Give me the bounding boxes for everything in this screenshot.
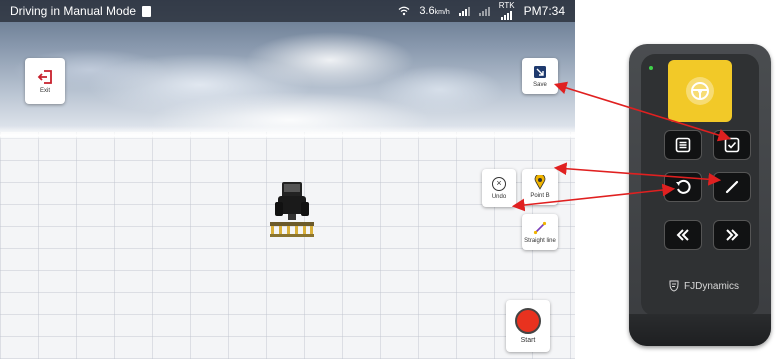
straight-line-icon — [533, 221, 547, 234]
save-button[interactable]: Save — [522, 58, 558, 94]
checkbox-icon — [724, 137, 740, 153]
status-led — [649, 66, 653, 70]
close-icon: × — [492, 176, 506, 191]
map-pin-icon — [534, 175, 546, 190]
document-icon — [142, 5, 152, 17]
undo-icon — [676, 179, 691, 194]
point-b-label: Point B — [530, 193, 550, 199]
fjd-logo-icon — [669, 280, 679, 292]
cellular-signal-icon — [458, 6, 470, 16]
undo-label: Undo — [491, 193, 507, 200]
straight-line-button[interactable]: Straight line — [522, 214, 558, 250]
brand-logo: FJDynamics — [669, 280, 739, 292]
speed-indicator: 3.6km/h — [419, 5, 449, 17]
remote-line-button[interactable] — [713, 172, 751, 202]
horizon — [0, 126, 575, 140]
speed-unit: km/h — [434, 9, 450, 16]
save-label: Save — [533, 81, 547, 88]
point-b-button[interactable]: Point B — [522, 169, 558, 205]
exit-icon — [37, 69, 52, 84]
exit-label: Exit — [39, 87, 50, 94]
double-chevron-left-icon — [676, 229, 689, 241]
undo-button[interactable]: × Undo — [482, 169, 516, 207]
remote-menu-button[interactable] — [664, 130, 702, 160]
record-icon — [515, 308, 541, 334]
rtk-signal-icon — [501, 10, 513, 20]
tractor-icon — [270, 182, 314, 237]
remote-previous-button[interactable] — [664, 220, 702, 250]
double-chevron-right-icon — [726, 229, 739, 241]
status-indicators: 3.6km/h RTK PM7:34 — [398, 0, 565, 22]
ground-grid — [0, 132, 575, 359]
steering-button[interactable] — [668, 60, 732, 122]
satellite-signal-icon — [478, 6, 490, 16]
line-icon — [725, 180, 739, 194]
status-bar: Driving in Manual Mode 3.6km/h RTK PM7:3… — [0, 0, 575, 22]
tablet-screen: Driving in Manual Mode 3.6km/h RTK PM7:3… — [0, 0, 575, 359]
save-icon — [534, 65, 546, 78]
brand-name: FJDynamics — [684, 280, 740, 292]
start-label: Start — [520, 337, 536, 344]
remote-confirm-button[interactable] — [713, 130, 751, 160]
exit-button[interactable]: Exit — [25, 58, 65, 104]
straight-line-label: Straight line — [524, 237, 556, 244]
start-button[interactable]: Start — [506, 300, 550, 352]
steering-wheel-icon — [686, 77, 714, 105]
speed-value: 3.6 — [419, 5, 435, 17]
rtk-label: RTK — [498, 1, 515, 10]
remote-base — [629, 314, 771, 346]
mode-title: Driving in Manual Mode — [10, 4, 137, 18]
menu-icon — [675, 137, 691, 153]
remote-next-button[interactable] — [713, 220, 751, 250]
rtk-indicator: RTK — [499, 2, 515, 20]
wifi-icon — [398, 6, 410, 16]
clock: PM7:34 — [523, 4, 565, 18]
remote-undo-button[interactable] — [664, 172, 702, 202]
